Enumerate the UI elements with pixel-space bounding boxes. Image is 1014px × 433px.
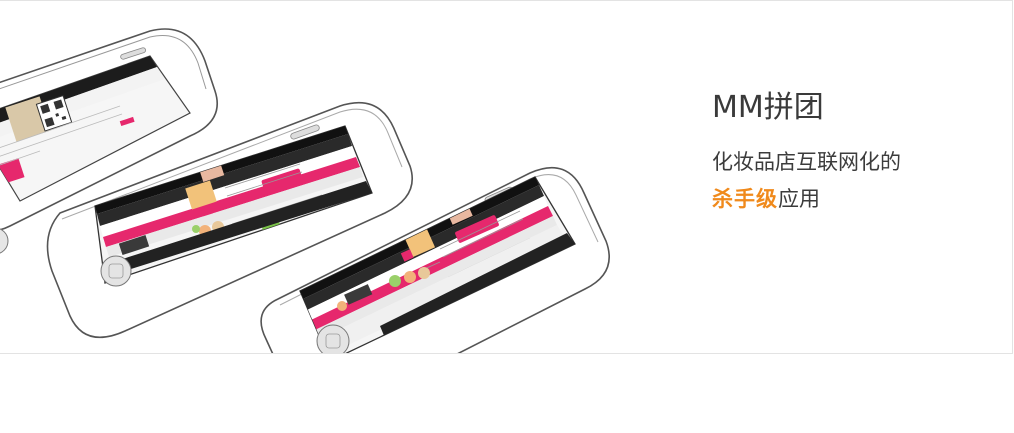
- tagline-suffix: 应用: [778, 187, 820, 212]
- tagline-highlight: 杀手级: [712, 187, 778, 212]
- promo-banner: MM拼团 化妆品店互联网化的 杀手级应用: [0, 0, 1013, 354]
- tagline-line-1: 化妆品店互联网化的: [712, 150, 901, 174]
- tagline-line-2: 杀手级应用: [712, 186, 1002, 213]
- banner-text-panel: MM拼团 化妆品店互联网化的 杀手级应用: [712, 93, 1002, 214]
- home-button-icon: [0, 228, 9, 254]
- phone-mockups-illustration: [0, 28, 610, 353]
- home-button-icon: [100, 255, 132, 287]
- home-button-icon: [316, 324, 350, 353]
- product-title: MM拼团: [712, 90, 824, 125]
